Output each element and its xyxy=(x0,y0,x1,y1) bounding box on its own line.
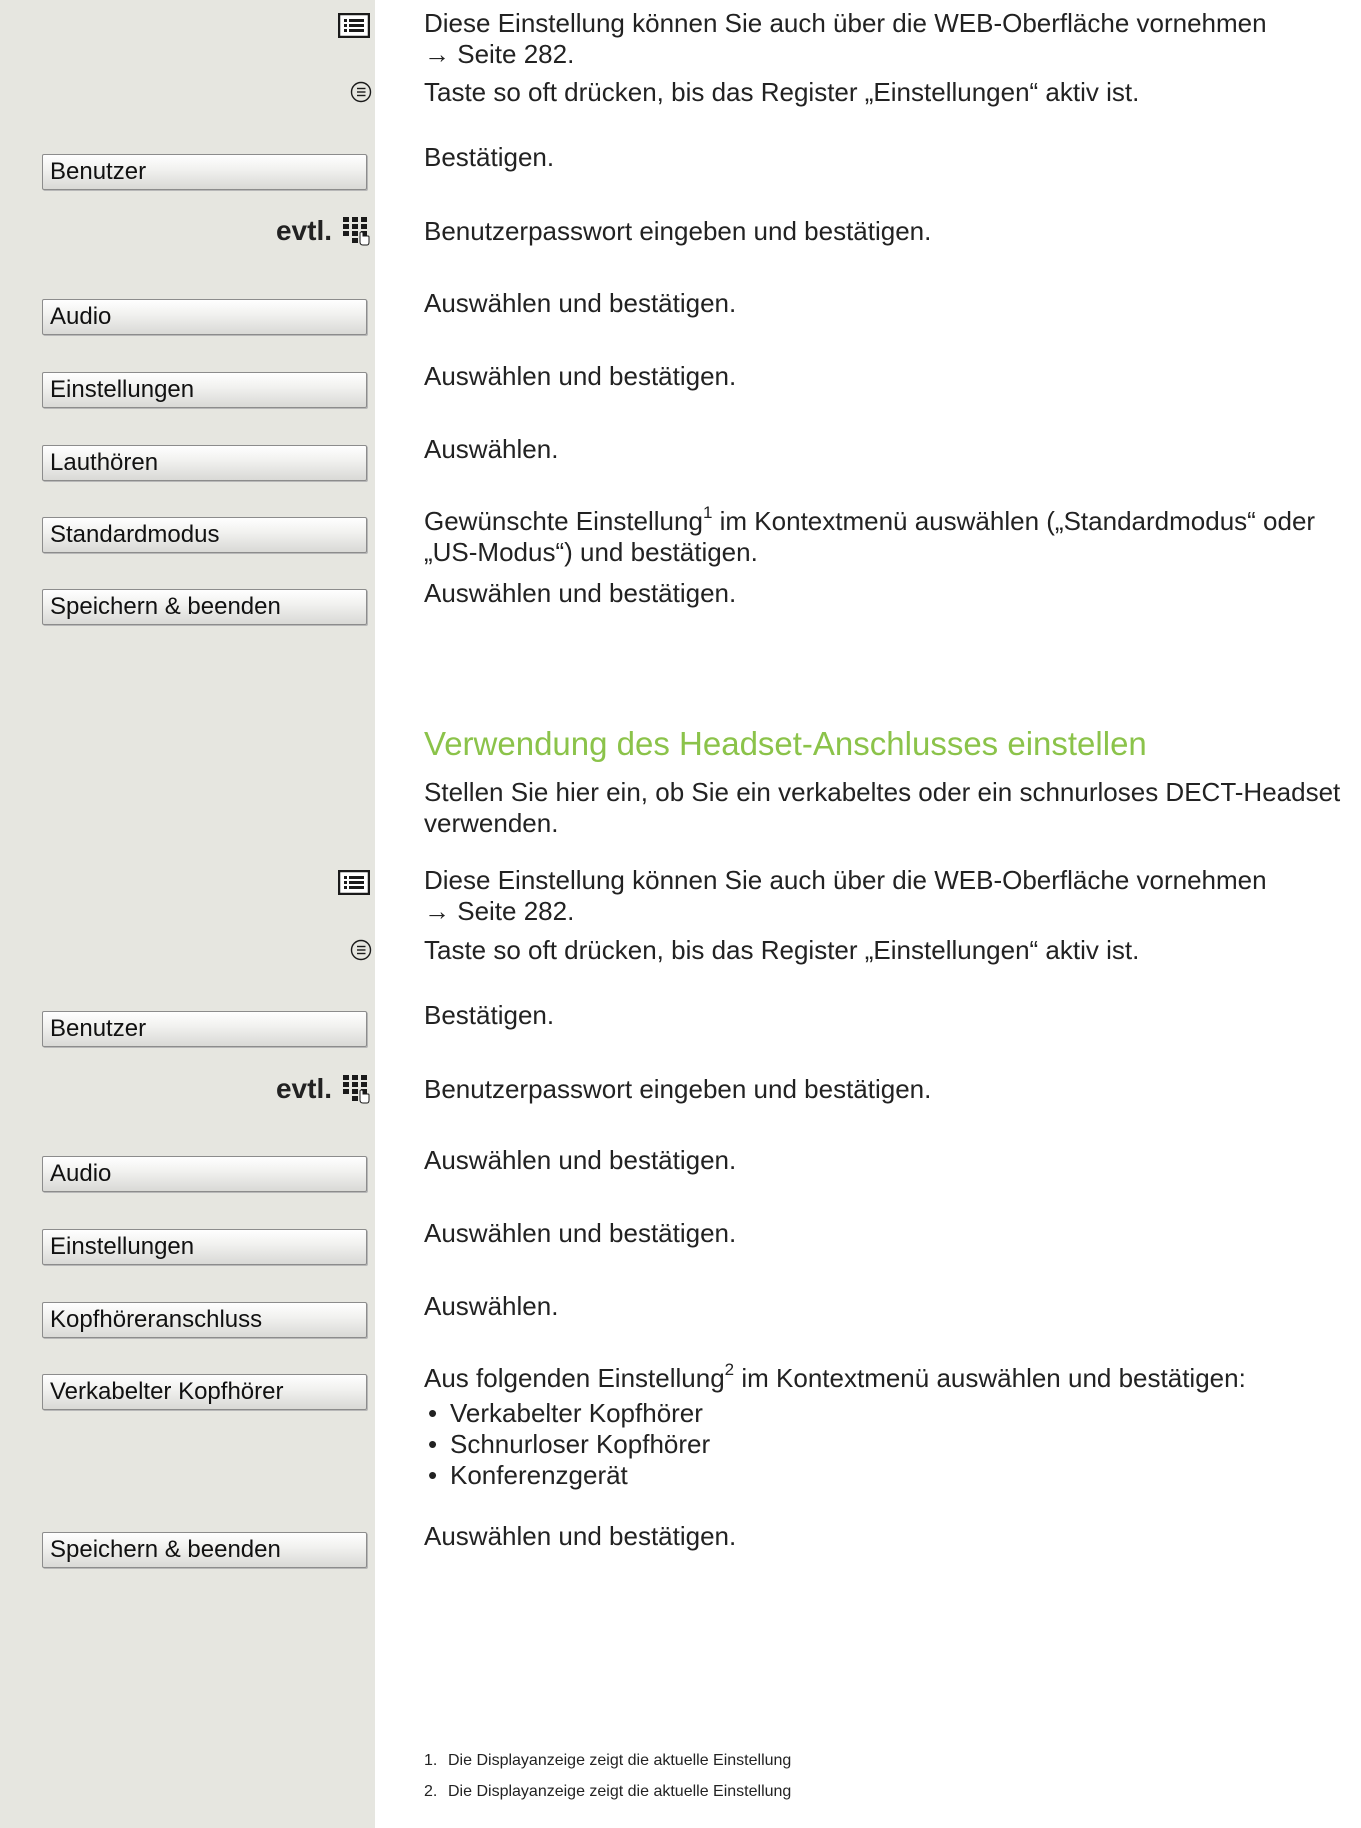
footnote-number: 1. xyxy=(424,1752,438,1769)
audio-button[interactable]: Audio xyxy=(42,1156,367,1192)
optional-password-step: evtl. xyxy=(276,215,370,247)
password-text: Benutzerpasswort eingeben und bestätigen… xyxy=(424,216,932,246)
audio-button[interactable]: Audio xyxy=(42,299,367,335)
einstellungen-text: Auswählen und bestätigen. xyxy=(424,1218,737,1248)
section-intro: Stellen Sie hier ein, ob Sie ein verkabe… xyxy=(424,777,1341,838)
einstellungen-button[interactable]: Einstellungen xyxy=(42,372,367,408)
speichern-beenden-button[interactable]: Speichern & beenden xyxy=(42,589,367,625)
verkabelter-text-a: Aus folgenden Einstellung xyxy=(424,1363,725,1393)
einstellungen-text: Auswählen und bestätigen. xyxy=(424,361,737,391)
web-interface-icon xyxy=(338,13,370,38)
menu-key-icon xyxy=(350,81,372,103)
evtl-label: evtl. xyxy=(275,1073,332,1104)
section-heading: Verwendung des Headset-Anschlusses einst… xyxy=(424,725,1147,762)
keypad-icon xyxy=(343,217,370,246)
speichern-text: Auswählen und bestätigen. xyxy=(424,578,737,608)
web-interface-icon xyxy=(338,870,370,895)
einstellungen-button[interactable]: Einstellungen xyxy=(42,1229,367,1265)
list-item: Konferenzgerät xyxy=(424,1460,1354,1491)
optional-password-step: evtl. xyxy=(276,1073,370,1105)
web-interface-note: Diese Einstellung können Sie auch über d… xyxy=(424,8,1354,70)
lauthoeren-button[interactable]: Lauthören xyxy=(42,445,367,481)
footnote-1: 1. Die Displayanzeige zeigt die aktuelle … xyxy=(424,1745,791,1776)
keypad-icon xyxy=(343,1075,370,1104)
web-interface-text: Diese Einstellung können Sie auch über d… xyxy=(424,865,1267,895)
footnote-ref-1[interactable]: 1 xyxy=(703,503,712,522)
audio-text: Auswählen und bestätigen. xyxy=(424,288,737,318)
list-item: Verkabelter Kopfhörer xyxy=(424,1398,1354,1429)
standardmodus-text-a: Gewünschte Einstellung xyxy=(424,506,703,536)
benutzer-button[interactable]: Benutzer xyxy=(42,154,367,190)
standardmodus-text: Gewünschte Einstellung1 im Kontextmenü a… xyxy=(424,503,1354,568)
footnotes: 1. Die Displayanzeige zeigt die aktuelle … xyxy=(424,1745,791,1807)
page-reference-link[interactable]: → Seite 282. xyxy=(424,39,574,69)
benutzer-text: Bestätigen. xyxy=(424,1000,555,1030)
lauthoeren-text: Auswählen. xyxy=(424,434,559,464)
evtl-label: evtl. xyxy=(275,215,332,246)
footnote-text: Die Displayanzeige zeigt die aktuelle Ei… xyxy=(448,1783,792,1800)
kopfhoereranschluss-text: Auswählen. xyxy=(424,1291,559,1321)
footnote-2: 2. Die Displayanzeige zeigt die aktuelle … xyxy=(424,1776,791,1807)
footnote-ref-2[interactable]: 2 xyxy=(725,1360,734,1379)
benutzer-text: Bestätigen. xyxy=(424,142,555,172)
password-text: Benutzerpasswort eingeben und bestätigen… xyxy=(424,1074,932,1104)
footnote-number: 2. xyxy=(424,1783,438,1800)
verkabelter-kopfhoerer-button[interactable]: Verkabelter Kopfhörer xyxy=(42,1374,367,1410)
benutzer-button[interactable]: Benutzer xyxy=(42,1011,367,1047)
menu-key-icon xyxy=(350,939,372,961)
menu-key-text: Taste so oft drücken, bis das Register „… xyxy=(424,77,1140,107)
speichern-text: Auswählen und bestätigen. xyxy=(424,1521,737,1551)
verkabelter-text-b: im Kontextmenü auswählen und bestätigen: xyxy=(734,1363,1246,1393)
kopfhoereranschluss-button[interactable]: Kopfhöreranschluss xyxy=(42,1302,367,1338)
audio-text: Auswählen und bestätigen. xyxy=(424,1145,737,1175)
speichern-beenden-button[interactable]: Speichern & beenden xyxy=(42,1532,367,1568)
option-list: Verkabelter Kopfhörer Schnurloser Kopfhö… xyxy=(424,1398,1354,1491)
standardmodus-button[interactable]: Standardmodus xyxy=(42,517,367,553)
web-interface-note: Diese Einstellung können Sie auch über d… xyxy=(424,865,1354,927)
page-reference-link[interactable]: → Seite 282. xyxy=(424,896,574,926)
web-interface-text: Diese Einstellung können Sie auch über d… xyxy=(424,8,1267,38)
list-item: Schnurloser Kopfhörer xyxy=(424,1429,1354,1460)
footnote-text: Die Displayanzeige zeigt die aktuelle Ei… xyxy=(448,1752,792,1769)
verkabelter-text: Aus folgenden Einstellung2 im Kontextmen… xyxy=(424,1360,1354,1491)
menu-key-text: Taste so oft drücken, bis das Register „… xyxy=(424,935,1140,965)
